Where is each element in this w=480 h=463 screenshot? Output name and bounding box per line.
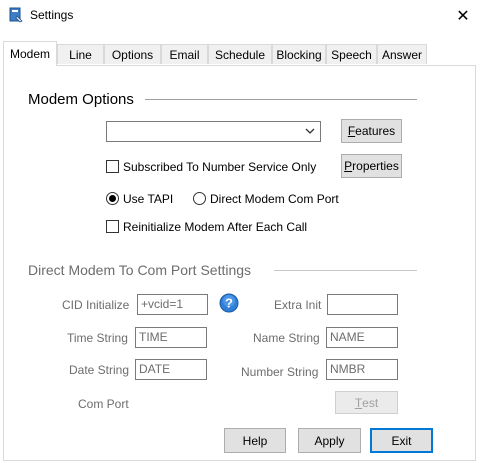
tab-speech[interactable]: Speech	[326, 44, 377, 64]
time-string-input[interactable]: TIME	[135, 327, 207, 348]
chevron-down-icon	[305, 128, 315, 134]
extra-init-input[interactable]	[327, 294, 398, 315]
date-string-label: Date String	[69, 363, 130, 377]
close-icon[interactable]: ✕	[446, 0, 480, 31]
exit-button[interactable]: Exit	[370, 428, 433, 453]
reinitialize-checkbox[interactable]	[106, 220, 119, 233]
com-port-label: Com Port	[78, 397, 129, 411]
window-title: Settings	[30, 8, 74, 22]
tab-schedule[interactable]: Schedule	[208, 44, 272, 64]
tab-email[interactable]: Email	[161, 44, 208, 64]
help-icon-glyph: ?	[225, 296, 233, 311]
direct-modem-radio[interactable]	[193, 192, 206, 205]
help-icon[interactable]: ?	[219, 293, 239, 313]
properties-button[interactable]: Properties	[341, 154, 402, 178]
time-string-label: Time String	[67, 331, 128, 345]
apply-button[interactable]: Apply	[298, 428, 361, 453]
direct-settings-heading: Direct Modem To Com Port Settings	[28, 262, 252, 278]
use-tapi-radio[interactable]	[106, 192, 119, 205]
date-string-input[interactable]: DATE	[135, 359, 207, 380]
name-string-label: Name String	[253, 331, 320, 345]
extra-init-label: Extra Init	[274, 298, 322, 312]
modem-select[interactable]	[106, 121, 321, 142]
modem-options-divider	[145, 99, 417, 100]
use-tapi-label: Use TAPI	[123, 192, 174, 206]
tab-options[interactable]: Options	[104, 44, 161, 64]
tab-line[interactable]: Line	[57, 44, 104, 64]
number-string-label: Number String	[241, 365, 319, 379]
modem-options-heading: Modem Options	[28, 91, 134, 108]
tab-modem[interactable]: Modem	[3, 41, 57, 66]
tab-answer[interactable]: Answer	[377, 44, 427, 64]
direct-settings-divider	[274, 270, 417, 271]
help-button[interactable]: Help	[224, 428, 286, 453]
test-button[interactable]: Test	[335, 391, 398, 414]
direct-modem-label: Direct Modem Com Port	[210, 192, 339, 206]
number-string-input[interactable]: NMBR	[326, 359, 398, 380]
cid-initialize-input[interactable]: +vcid=1	[137, 294, 208, 315]
subscribed-checkbox[interactable]	[106, 160, 119, 173]
name-string-input[interactable]: NAME	[326, 327, 398, 348]
features-button[interactable]: Features	[341, 119, 402, 143]
subscribed-label: Subscribed To Number Service Only	[123, 160, 317, 174]
reinitialize-label: Reinitialize Modem After Each Call	[123, 220, 308, 234]
settings-app-icon	[8, 7, 24, 23]
cid-initialize-label: CID Initialize	[62, 298, 130, 312]
tab-blocking[interactable]: Blocking	[272, 44, 326, 64]
